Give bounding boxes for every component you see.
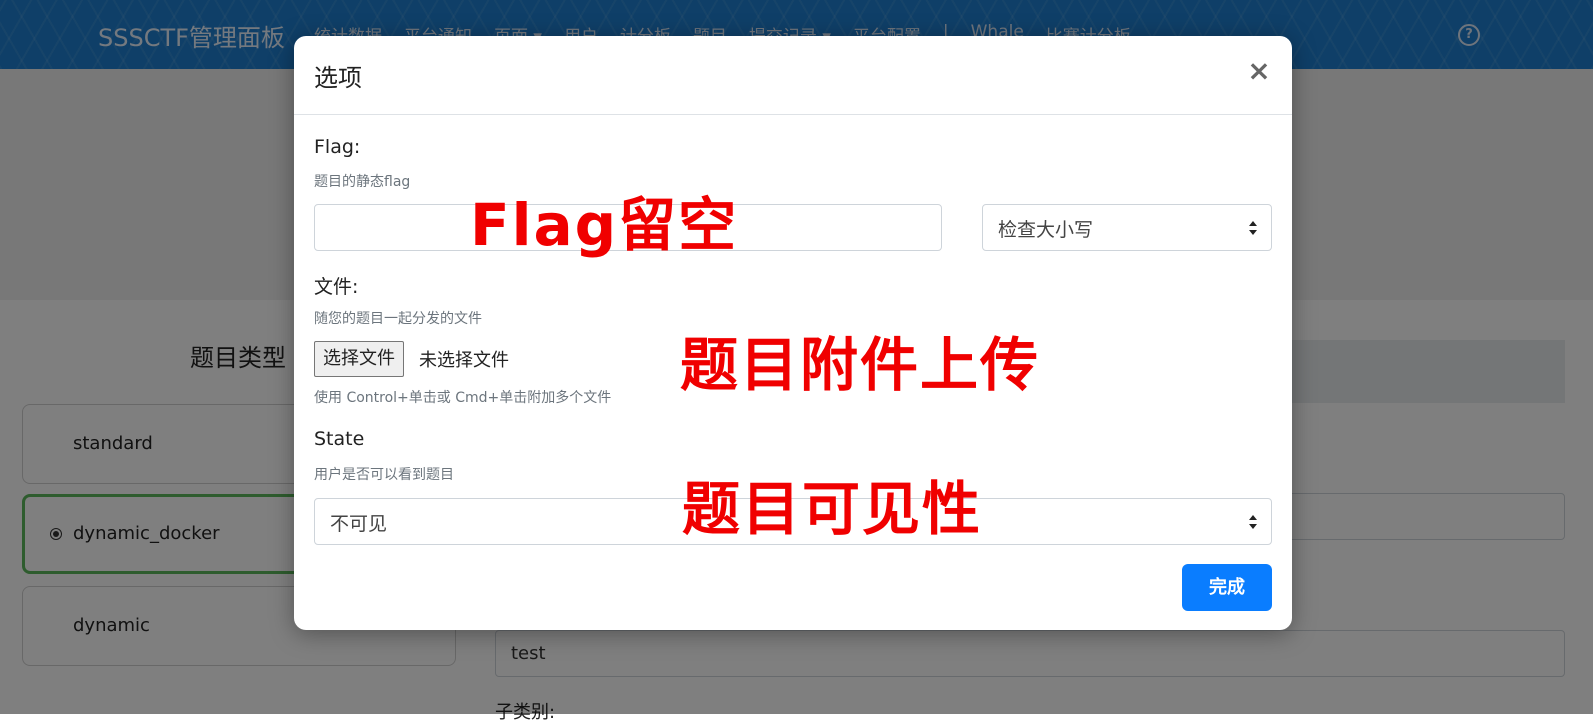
state-help: 用户是否可以看到题目 (314, 467, 454, 483)
flag-label: Flag: (314, 136, 361, 158)
choose-file-button[interactable]: 选择文件 (314, 341, 404, 377)
modal-title: 选项 (314, 64, 362, 92)
close-icon[interactable]: × (1244, 56, 1274, 86)
file-hint: 使用 Control+单击或 Cmd+单击附加多个文件 (314, 390, 612, 406)
state-label: State (314, 428, 365, 450)
annotation-state: 题目可见性 (682, 475, 983, 543)
flag-help: 题目的静态flag (314, 174, 411, 190)
select-arrows-icon (1249, 221, 1257, 235)
modal-header: 选项 × (294, 36, 1292, 115)
done-button[interactable]: 完成 (1182, 564, 1272, 611)
annotation-file: 题目附件上传 (680, 331, 1041, 399)
file-label: 文件: (314, 276, 359, 298)
annotation-flag: Flag留空 (470, 191, 739, 259)
case-sensitivity-value: 检查大小写 (998, 219, 1094, 241)
state-value: 不可见 (330, 513, 388, 535)
select-arrows-icon (1249, 515, 1257, 529)
case-sensitivity-select[interactable]: 检查大小写 (982, 204, 1272, 251)
file-help: 随您的题目一起分发的文件 (314, 311, 482, 327)
file-status: 未选择文件 (419, 350, 509, 371)
